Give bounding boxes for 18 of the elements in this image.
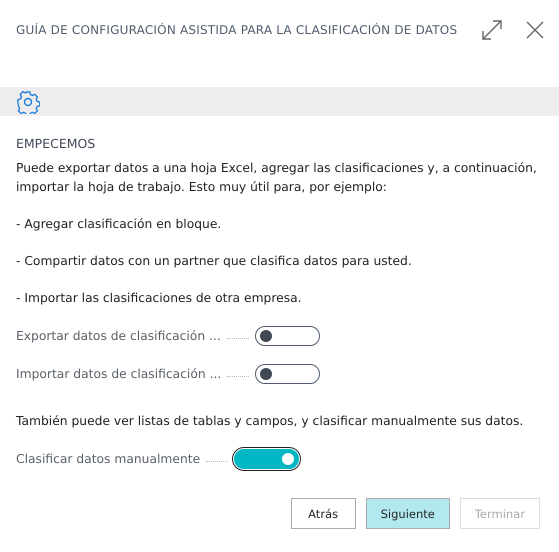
window-title: GUÍA DE CONFIGURACIÓN ASISTIDA PARA LA CLASIFICACIÓN DE DATOS bbox=[16, 23, 458, 37]
close-icon[interactable] bbox=[525, 20, 545, 40]
bullet-text: - Compartir datos con un partner que clasifica datos para usted. bbox=[16, 253, 413, 270]
wizard-button[interactable]: Atrás bbox=[290, 498, 356, 529]
intro-text: Puede exportar datos a una hoja Excel, agregar las clasificaciones y, a continuación, importar la hoja de trabajo. Esto muy útil para, por ejemplo: bbox=[16, 160, 538, 196]
toggle-label: Clasificar datos manualmente bbox=[16, 452, 200, 466]
toggle-switch[interactable] bbox=[255, 364, 320, 384]
gear-icon bbox=[16, 90, 40, 114]
toggle-label: Exportar datos de clasificación ... bbox=[16, 329, 221, 343]
next-button[interactable]: Siguiente bbox=[366, 498, 450, 529]
note-text: También puede ver listas de tablas y campos, y clasificar manualmente sus datos. bbox=[16, 413, 524, 430]
expand-icon[interactable] bbox=[481, 19, 503, 41]
toggle-label: Importar datos de clasificación ... bbox=[16, 367, 222, 381]
toggle-switch[interactable] bbox=[254, 326, 320, 346]
section-heading: EMPECEMOS bbox=[16, 136, 96, 151]
bullet-text: - Agregar clasificación en bloque. bbox=[16, 216, 222, 233]
toggle-switch[interactable] bbox=[234, 449, 300, 469]
bullet-text: - Importar las clasificaciones de otra empresa. bbox=[16, 290, 303, 307]
